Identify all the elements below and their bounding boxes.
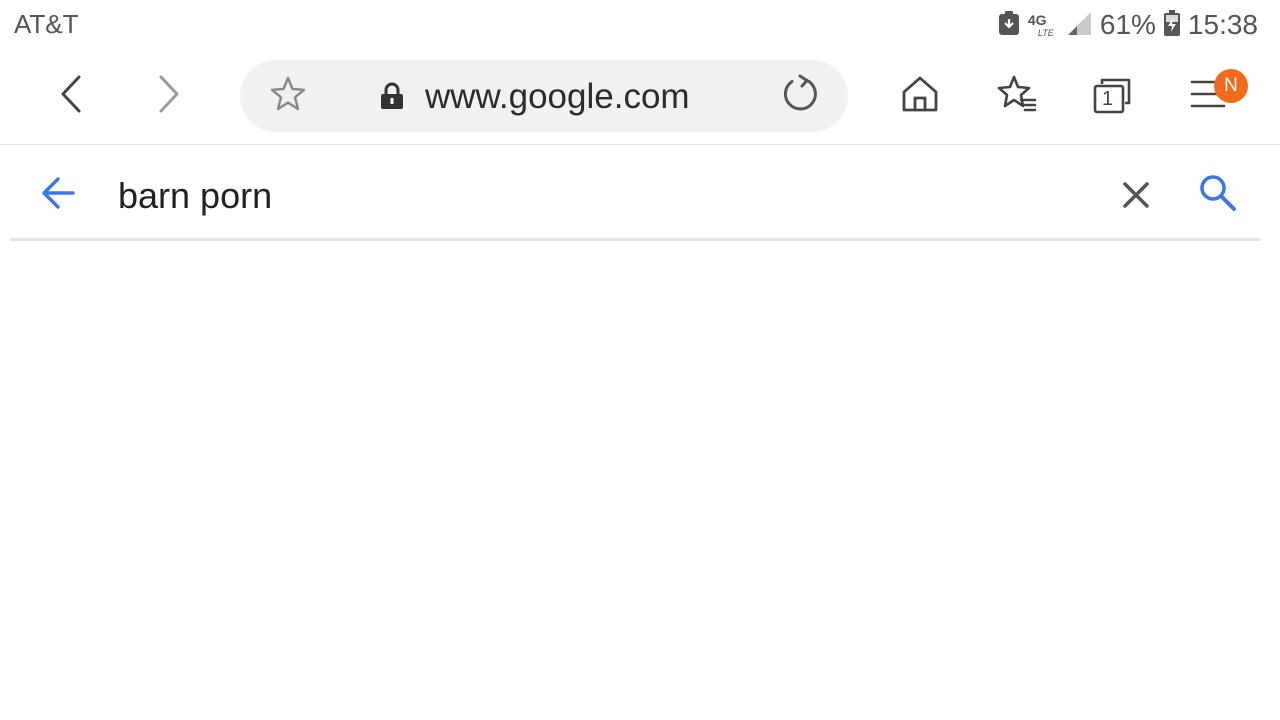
bookmarks-button[interactable] xyxy=(990,70,1042,122)
carrier-name: AT&T xyxy=(14,9,79,39)
clear-button[interactable] xyxy=(1110,171,1162,223)
add-bookmark-button[interactable] xyxy=(262,70,314,122)
bookmark-star-icon xyxy=(269,75,307,118)
lock-icon xyxy=(380,82,404,115)
network-sub-label: LTE xyxy=(1037,28,1054,38)
forward-button[interactable] xyxy=(142,70,194,122)
search-back-arrow-icon xyxy=(40,175,76,216)
menu-notification-badge: N xyxy=(1214,69,1248,103)
home-button[interactable] xyxy=(894,70,946,122)
tab-count: 1 xyxy=(1102,88,1114,110)
search-bar: barn porn xyxy=(10,145,1260,241)
forward-icon xyxy=(153,74,183,119)
tabs-icon: 1 xyxy=(1092,76,1132,116)
back-icon xyxy=(57,74,87,119)
reload-icon xyxy=(780,74,820,119)
status-icons: 4G LTE 61% 15:38 xyxy=(998,8,1258,42)
tabs-button[interactable]: 1 xyxy=(1086,70,1138,122)
clock: 15:38 xyxy=(1187,9,1258,40)
bookmarks-icon xyxy=(995,74,1037,119)
address-bar[interactable]: www.google.com xyxy=(240,60,848,132)
cell-signal-icon xyxy=(1066,10,1092,41)
reload-button[interactable] xyxy=(774,70,826,122)
url-text[interactable]: www.google.com xyxy=(425,77,690,117)
clear-icon xyxy=(1122,181,1150,214)
battery-charging-icon xyxy=(1163,9,1180,41)
download-notification-icon xyxy=(998,10,1020,41)
browser-toolbar: www.google.com 1 xyxy=(0,50,1280,145)
search-input[interactable]: barn porn xyxy=(118,175,272,217)
network-label: 4G xyxy=(1027,12,1047,28)
home-icon xyxy=(900,74,940,119)
battery-percent: 61% xyxy=(1099,9,1156,40)
search-button[interactable] xyxy=(1192,169,1244,221)
lte-signal-icon: 4G LTE xyxy=(1028,10,1058,40)
status-bar: AT&T 4G LTE 61% 15:38 xyxy=(0,0,1280,50)
back-button[interactable] xyxy=(46,70,98,122)
page-content-area xyxy=(0,242,1280,720)
search-back-button[interactable] xyxy=(32,169,84,221)
search-icon xyxy=(1198,173,1238,218)
